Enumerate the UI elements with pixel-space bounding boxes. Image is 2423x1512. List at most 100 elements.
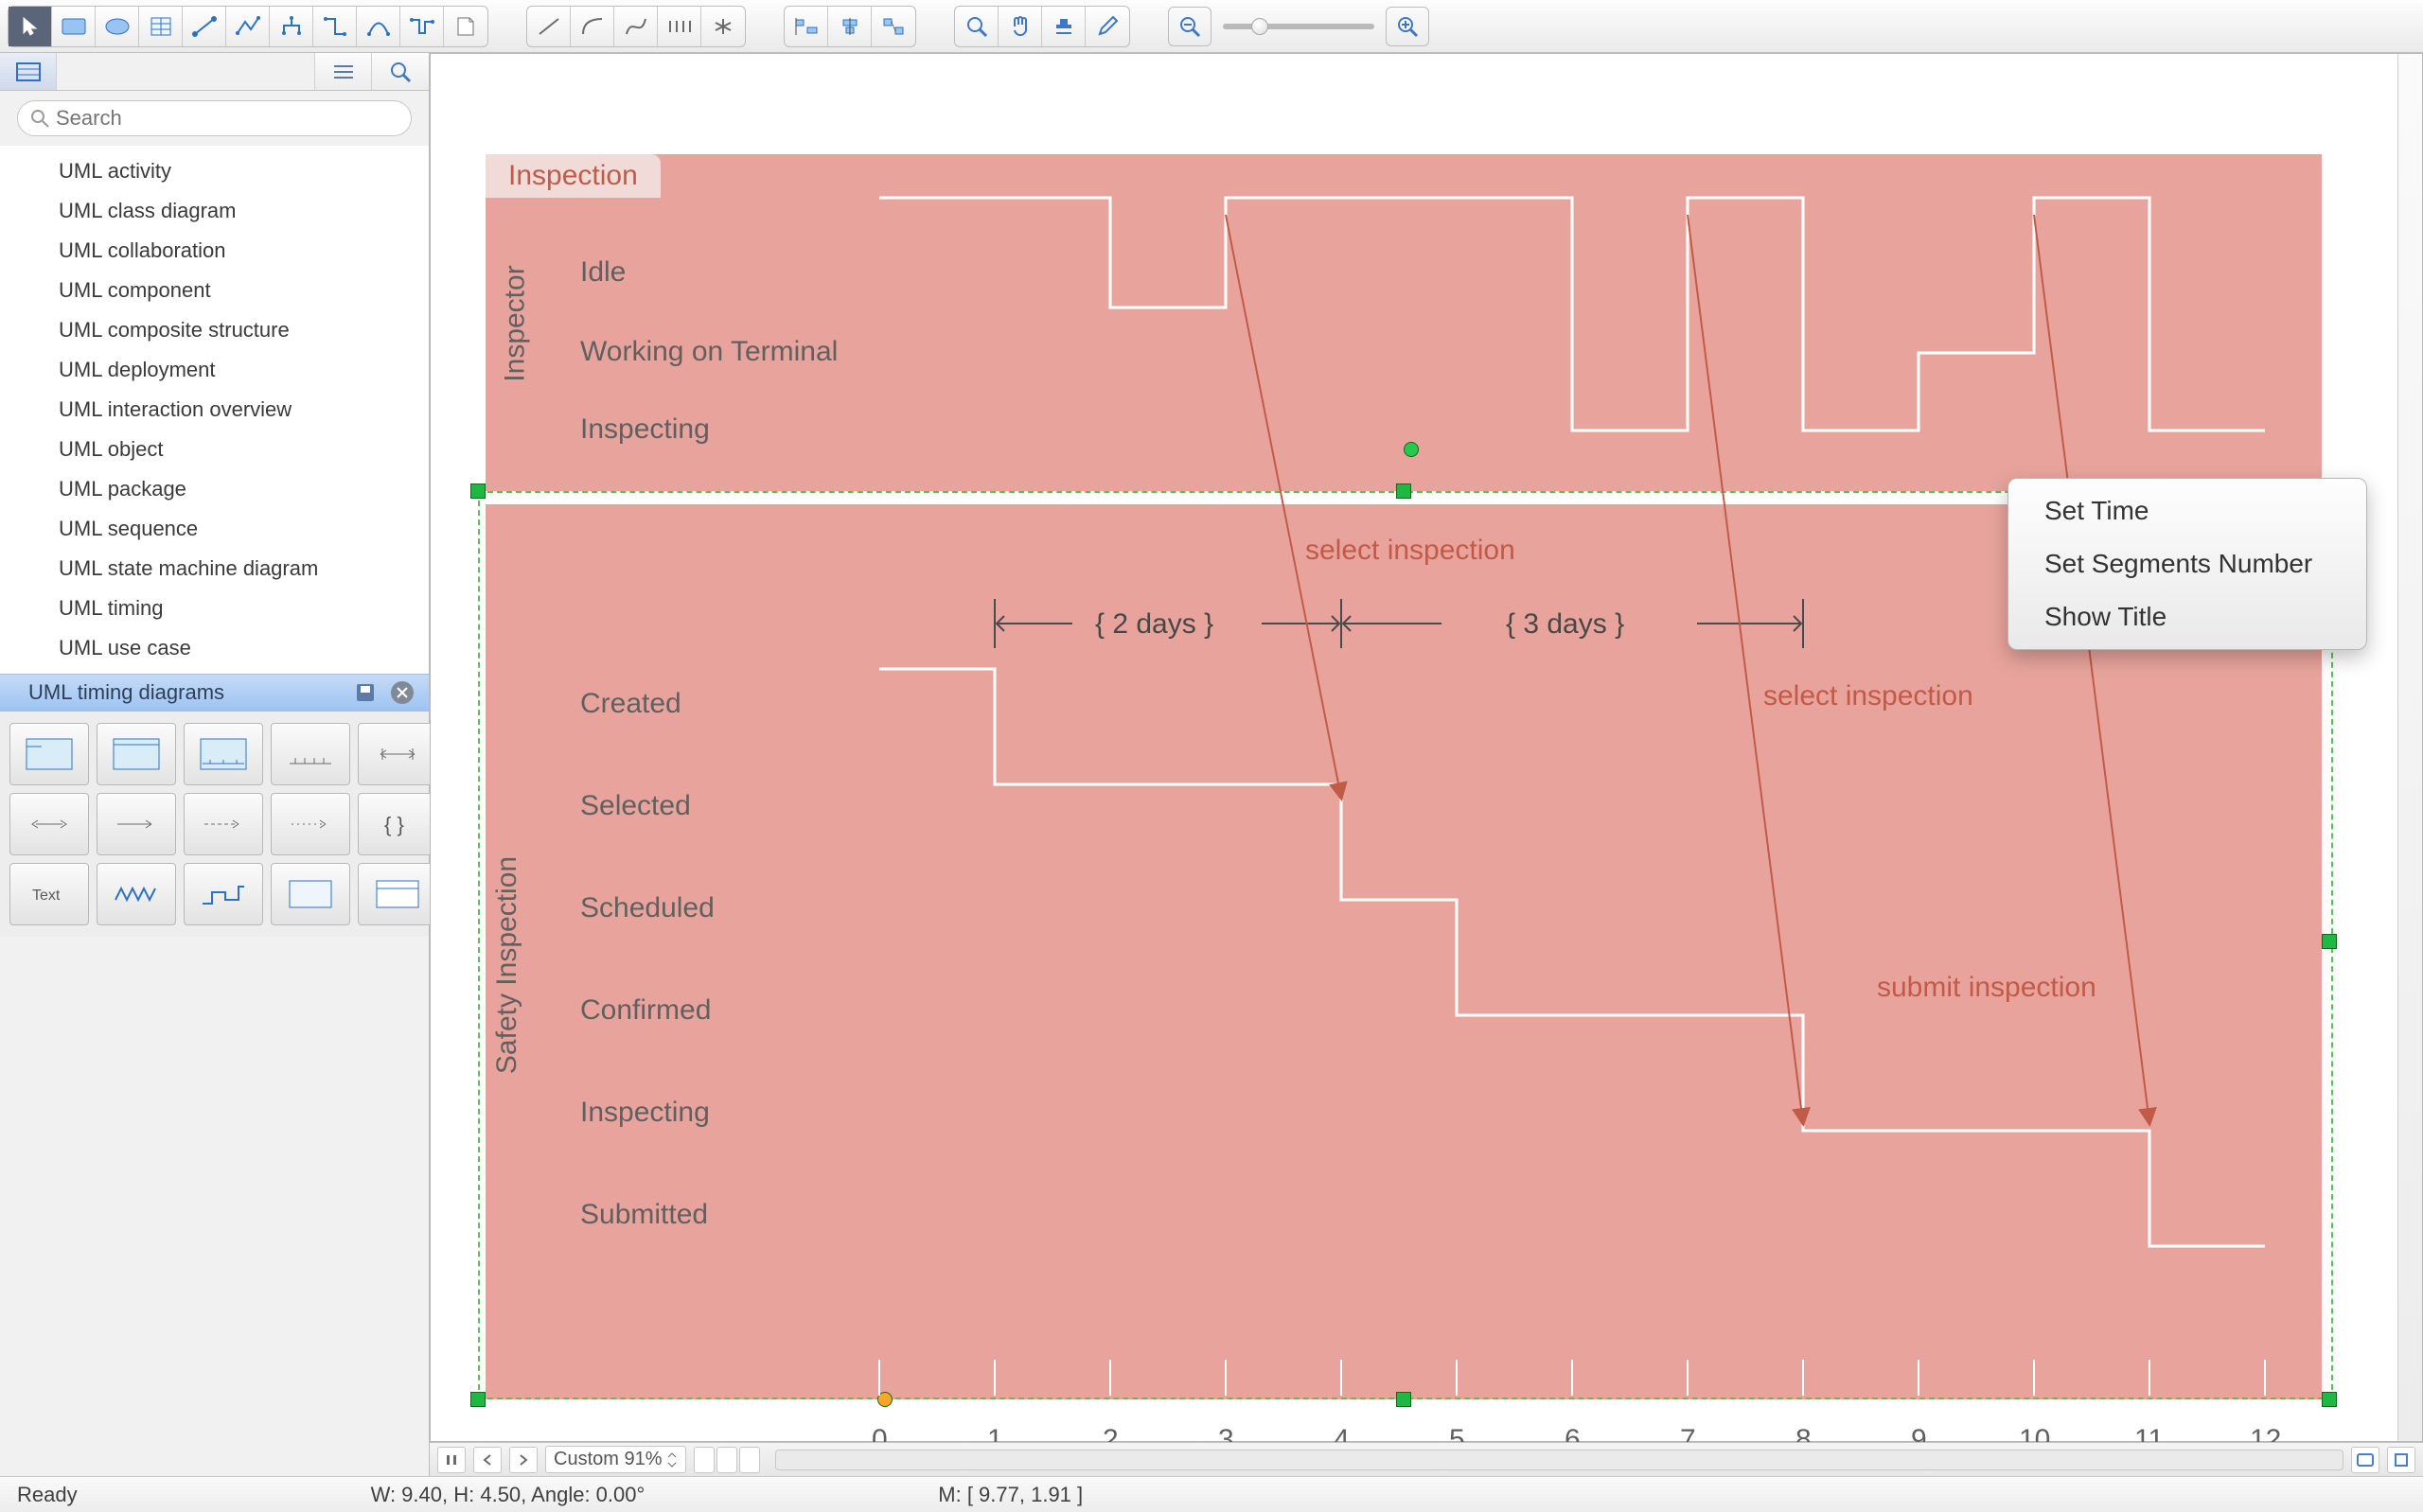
- toolbar-group-select: [8, 6, 488, 47]
- stencil-text[interactable]: Text: [9, 863, 89, 925]
- stencil-waveform[interactable]: [97, 863, 176, 925]
- stencil-arrow-dot[interactable]: [271, 793, 350, 855]
- library-item[interactable]: UML package: [0, 469, 429, 509]
- library-item[interactable]: UML interaction overview: [0, 390, 429, 430]
- stencil-range[interactable]: [9, 793, 89, 855]
- selection-handle[interactable]: [470, 483, 486, 499]
- canvas-footer: Custom 91%: [430, 1442, 2423, 1476]
- stencil-arrow-right[interactable]: [97, 793, 176, 855]
- page-prev[interactable]: [473, 1447, 502, 1473]
- status-mouse: M: [ 9.77, 1.91 ]: [938, 1483, 1083, 1507]
- line-tool[interactable]: [527, 7, 571, 46]
- stamp-tool[interactable]: [1042, 7, 1086, 46]
- zoom-tool[interactable]: [955, 7, 999, 46]
- status-ready: Ready: [17, 1483, 78, 1507]
- stencil-scale[interactable]: [358, 723, 437, 785]
- stencil-frame1[interactable]: [9, 723, 89, 785]
- svg-text:{ }: { }: [384, 813, 404, 836]
- main-toolbar: [0, 0, 2423, 53]
- zoom-in-button[interactable]: [1386, 7, 1429, 46]
- ellipse-tool[interactable]: [96, 7, 139, 46]
- sidebar-tabs: [0, 53, 429, 91]
- library-item[interactable]: UML object: [0, 430, 429, 469]
- page-next[interactable]: [509, 1447, 538, 1473]
- selection-handle[interactable]: [470, 1392, 486, 1407]
- polyline-tool[interactable]: [226, 7, 270, 46]
- zoom-level-label: Custom 91%: [554, 1449, 663, 1470]
- library-item[interactable]: UML deployment: [0, 350, 429, 390]
- zoom-slider: [1168, 7, 1429, 46]
- library-item[interactable]: UML class diagram: [0, 191, 429, 231]
- dist-left-tool[interactable]: [785, 7, 828, 46]
- spline-tool[interactable]: [400, 7, 444, 46]
- library-section-header[interactable]: UML timing diagrams: [0, 674, 429, 712]
- vertical-scrollbar[interactable]: [2397, 54, 2422, 1441]
- library-item[interactable]: UML collaboration: [0, 231, 429, 271]
- ctx-item-set-time[interactable]: Set Time: [2008, 484, 2366, 537]
- library-item[interactable]: UML activity: [0, 151, 429, 191]
- save-icon[interactable]: [355, 682, 376, 703]
- sidebar-tab-list[interactable]: [315, 53, 372, 90]
- selection-handle[interactable]: [2322, 934, 2337, 949]
- step-tool[interactable]: [658, 7, 701, 46]
- sidebar: UML activity UML class diagram UML colla…: [0, 53, 430, 1476]
- rect-tool[interactable]: [52, 7, 96, 46]
- horizontal-scrollbar[interactable]: [775, 1450, 2344, 1470]
- sidebar-tab-libraries[interactable]: [0, 53, 57, 90]
- stencil-frame3[interactable]: [184, 723, 263, 785]
- pause-icon[interactable]: [437, 1447, 466, 1473]
- tree-tool[interactable]: [270, 7, 313, 46]
- stencil-ticks[interactable]: [271, 723, 350, 785]
- search-icon: [30, 109, 49, 128]
- status-bar: Ready W: 9.40, H: 4.50, Angle: 0.00° M: …: [0, 1476, 2423, 1512]
- search-input[interactable]: [17, 100, 412, 136]
- stencil-arrow-dash[interactable]: [184, 793, 263, 855]
- zoom-out-button[interactable]: [1168, 7, 1212, 46]
- table-tool[interactable]: [139, 7, 183, 46]
- arc-tool-2[interactable]: [571, 7, 614, 46]
- view-mode-1[interactable]: [694, 1447, 715, 1473]
- page-tool[interactable]: [444, 7, 487, 46]
- presentation-icon[interactable]: [2351, 1447, 2379, 1473]
- ctx-item-show-title[interactable]: Show Title: [2008, 590, 2366, 643]
- svg-text:Text: Text: [32, 888, 61, 904]
- ctx-item-set-segments[interactable]: Set Segments Number: [2008, 537, 2366, 590]
- view-mode-3[interactable]: [739, 1447, 760, 1473]
- arc-tool[interactable]: [357, 7, 400, 46]
- diagram-lines: [486, 63, 2322, 1445]
- view-mode-2[interactable]: [716, 1447, 737, 1473]
- zoom-slider-knob[interactable]: [1251, 18, 1268, 35]
- stencil-frame2[interactable]: [97, 723, 176, 785]
- library-item[interactable]: UML use case: [0, 628, 429, 668]
- curve-tool[interactable]: [614, 7, 658, 46]
- canvas[interactable]: Inspection Inspector Safety Inspection I…: [430, 53, 2423, 1442]
- hand-tool[interactable]: [999, 7, 1042, 46]
- pointer-tool[interactable]: [9, 7, 52, 46]
- sidebar-tab-search[interactable]: [372, 53, 429, 90]
- library-item[interactable]: UML sequence: [0, 509, 429, 549]
- zoom-level-field[interactable]: Custom 91%: [545, 1446, 686, 1473]
- stencil-palette: { } Text: [0, 712, 429, 937]
- stencil-window[interactable]: [358, 863, 437, 925]
- library-section-title: UML timing diagrams: [28, 680, 224, 705]
- stencil-step[interactable]: [184, 863, 263, 925]
- context-menu: Set Time Set Segments Number Show Title: [2007, 478, 2367, 650]
- expand-icon[interactable]: [2387, 1447, 2415, 1473]
- selection-handle[interactable]: [2322, 1392, 2337, 1407]
- connector-tool[interactable]: [183, 7, 226, 46]
- dist-center-tool[interactable]: [828, 7, 872, 46]
- pencil-tool[interactable]: [1086, 7, 1129, 46]
- library-item[interactable]: UML composite structure: [0, 310, 429, 350]
- timing-diagram[interactable]: Inspection Inspector Safety Inspection I…: [486, 63, 2322, 1445]
- library-item[interactable]: UML timing: [0, 589, 429, 628]
- library-item[interactable]: UML state machine diagram: [0, 549, 429, 589]
- split-tool[interactable]: [701, 7, 745, 46]
- distribute-tool[interactable]: [872, 7, 915, 46]
- zoom-slider-track[interactable]: [1223, 24, 1374, 29]
- close-section-icon[interactable]: [391, 681, 414, 704]
- library-item[interactable]: UML component: [0, 271, 429, 310]
- stencil-canvas[interactable]: [271, 863, 350, 925]
- library-list: UML activity UML class diagram UML colla…: [0, 146, 429, 674]
- stencil-brace[interactable]: { }: [358, 793, 437, 855]
- ortho-tool[interactable]: [313, 7, 357, 46]
